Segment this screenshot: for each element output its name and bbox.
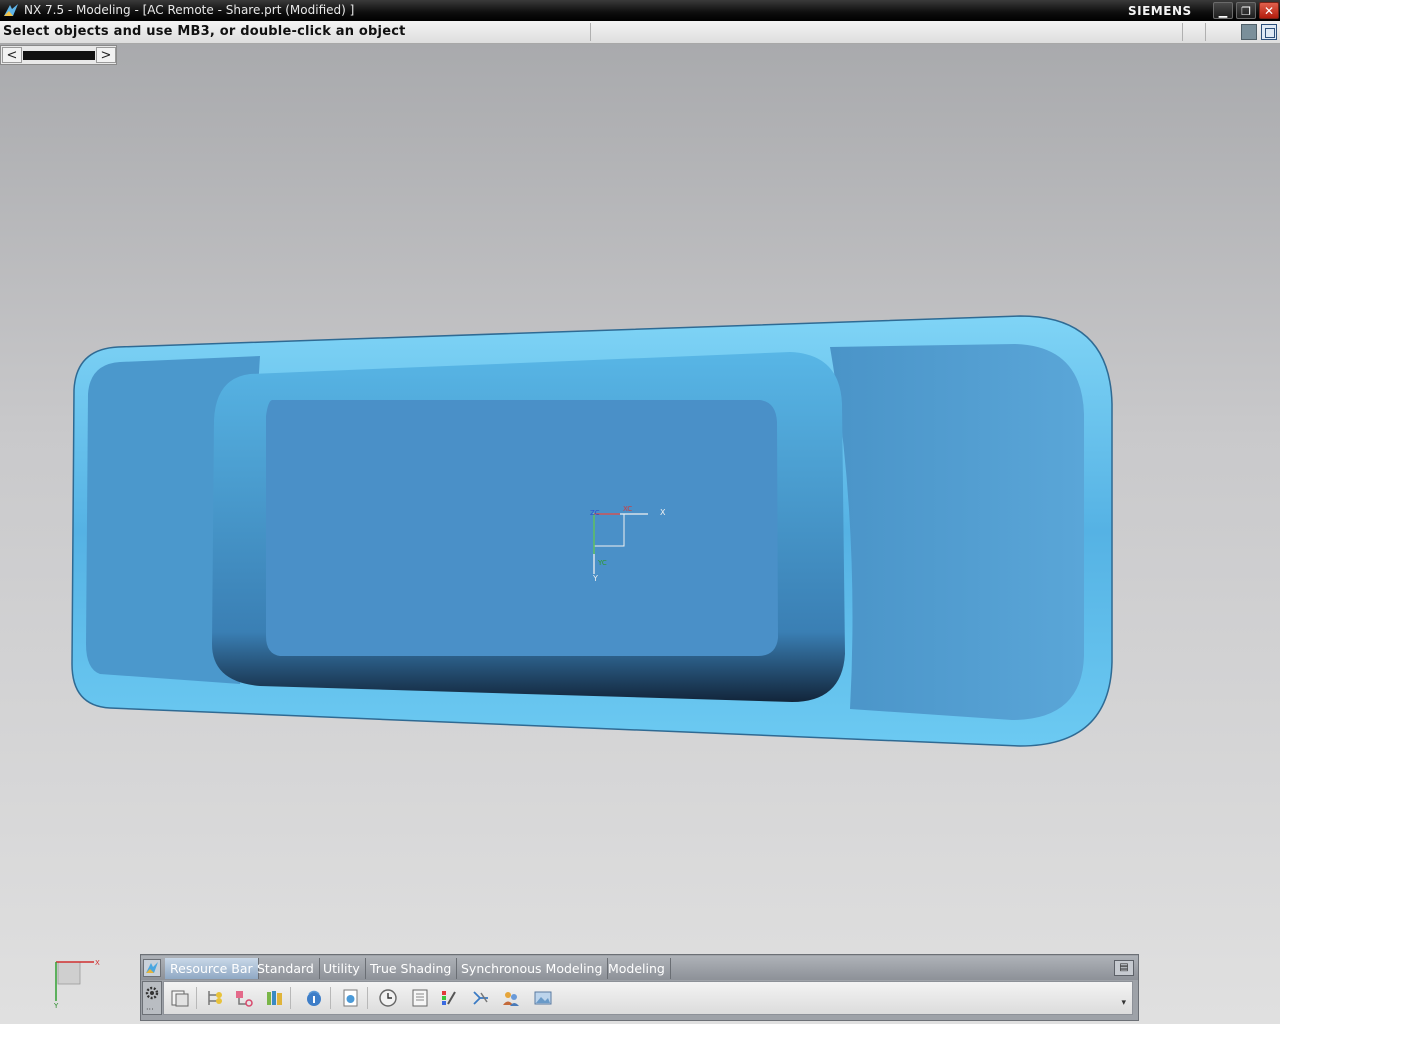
system-materials-icon[interactable] (410, 988, 430, 1008)
toolbar-overflow-indicator[interactable]: ▾ (1121, 998, 1126, 1008)
view-triad: X Y (53, 959, 100, 1010)
toolbar-divider (330, 987, 331, 1009)
tab-resource-bar[interactable]: Resource Bar (165, 958, 259, 979)
svg-text:···: ··· (146, 1005, 154, 1014)
tab-true-shading[interactable]: True Shading (365, 958, 458, 979)
nx-small-logo-icon (143, 959, 161, 977)
part-model[interactable]: ZC XC YC X Y (0, 44, 1280, 1024)
assembly-navigator-icon[interactable] (170, 988, 190, 1008)
wcs-yc-label: YC (597, 559, 607, 567)
minimize-button[interactable]: ▁ (1213, 2, 1233, 19)
wcs-xc-label: XC (623, 505, 632, 513)
navigator-scroll-thumb[interactable] (23, 51, 95, 60)
toolbar-icon-row: ▾ (163, 981, 1133, 1015)
system-scenes-icon[interactable] (533, 988, 553, 1008)
tab-utility[interactable]: Utility (318, 958, 366, 979)
part-navigator-icon[interactable] (205, 988, 225, 1008)
toolbar-tab-row: Resource Bar Standard Utility True Shadi… (141, 956, 1138, 980)
wcs-x-label: X (660, 508, 666, 517)
cue-line: Select objects and use MB3, or double-cl… (3, 24, 406, 39)
close-button[interactable]: ✕ (1259, 2, 1279, 19)
view-navigator: < > (0, 45, 117, 65)
window-title: NX 7.5 - Modeling - [AC Remote - Share.p… (24, 3, 355, 17)
wcs-y-label: Y (592, 574, 598, 583)
constraint-navigator-icon[interactable] (234, 988, 254, 1008)
graphics-window[interactable]: ZC XC YC X Y < > X Y Resource Bar Standa… (0, 44, 1280, 1024)
wcs-zc-label: ZC (590, 509, 600, 517)
nx-application-window: NX 7.5 - Modeling - [AC Remote - Share.p… (0, 0, 1280, 1024)
web-browser-icon[interactable] (304, 988, 324, 1008)
customize-button[interactable]: ··· (142, 981, 162, 1015)
toolbar-panel: Resource Bar Standard Utility True Shadi… (140, 954, 1139, 1021)
status-divider (1205, 23, 1206, 41)
status-divider (1182, 23, 1183, 41)
clock-icon[interactable] (378, 988, 398, 1008)
tab-standard[interactable]: Standard (252, 958, 320, 979)
gear-icon: ··· (145, 986, 159, 1014)
tab-synchronous-modeling[interactable]: Synchronous Modeling (456, 958, 609, 979)
process-studio-icon[interactable] (471, 988, 491, 1008)
model-right-pocket[interactable] (830, 344, 1084, 720)
full-screen-icon[interactable] (1261, 24, 1277, 40)
model-inner-face[interactable] (266, 400, 778, 656)
navigator-left-button[interactable]: < (2, 47, 22, 63)
tab-modeling[interactable]: Modeling (603, 958, 671, 979)
roles-icon[interactable] (501, 988, 521, 1008)
siemens-brand: SIEMENS (1128, 4, 1192, 18)
status-divider (590, 23, 591, 41)
toolbar-divider (196, 987, 197, 1009)
maximize-button[interactable]: ❐ (1236, 2, 1256, 19)
toolbar-divider (367, 987, 368, 1009)
status-bar: Select objects and use MB3, or double-cl… (0, 21, 1280, 44)
reuse-library-icon[interactable] (265, 988, 285, 1008)
triad-y-label: Y (53, 1002, 59, 1010)
selection-filter-icon[interactable] (1241, 24, 1257, 40)
menu-icon[interactable]: ▤ (1114, 960, 1134, 976)
navigator-right-button[interactable]: > (96, 47, 116, 63)
nx-logo-icon (4, 4, 18, 16)
palette-icon[interactable] (439, 988, 459, 1008)
triad-x-label: X (95, 959, 100, 967)
title-bar: NX 7.5 - Modeling - [AC Remote - Share.p… (0, 0, 1280, 21)
toolbar-divider (290, 987, 291, 1009)
history-icon[interactable] (341, 988, 361, 1008)
